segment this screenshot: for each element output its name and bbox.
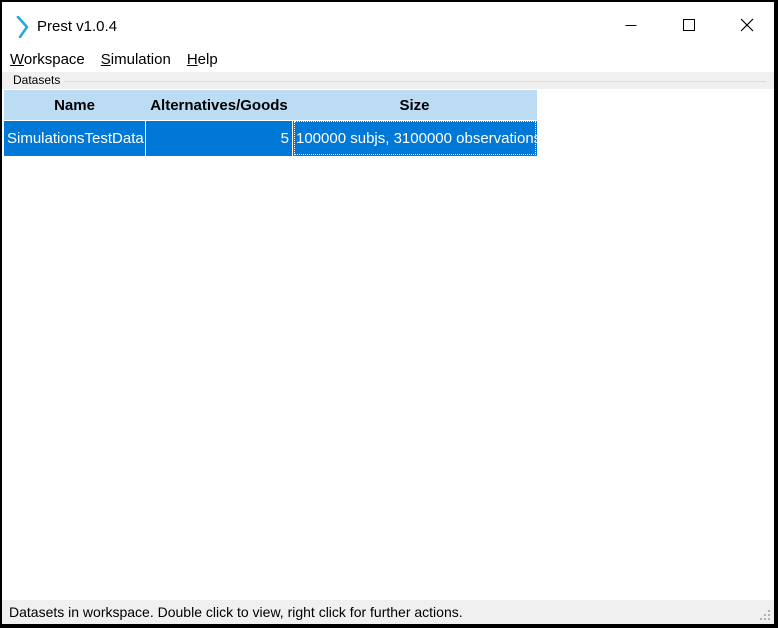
maximize-button[interactable] xyxy=(660,2,718,48)
status-text: Datasets in workspace. Double click to v… xyxy=(9,604,463,620)
minimize-icon xyxy=(625,25,637,26)
cell-name[interactable]: SimulationsTestData xyxy=(4,120,146,156)
resize-grip-icon[interactable] xyxy=(760,610,771,621)
window-title: Prest v1.0.4 xyxy=(37,18,118,35)
column-header-name[interactable]: Name xyxy=(4,90,146,120)
group-divider xyxy=(64,81,766,82)
table-header: Name Alternatives/Goods Size xyxy=(4,90,537,120)
datasets-table[interactable]: Name Alternatives/Goods Size Simulations… xyxy=(4,90,537,156)
prest-logo-icon xyxy=(16,16,29,38)
menu-bar: Workspace Simulation Help xyxy=(2,48,774,72)
column-header-size[interactable]: Size xyxy=(293,90,537,120)
table-row[interactable]: SimulationsTestData 5 100000 subjs, 3100… xyxy=(4,120,537,156)
close-button[interactable] xyxy=(718,2,774,48)
datasets-group-label: Datasets xyxy=(13,73,61,87)
minimize-button[interactable] xyxy=(602,2,660,48)
menu-simulation[interactable]: Simulation xyxy=(93,48,179,72)
cell-size[interactable]: 100000 subjs, 3100000 observations xyxy=(293,120,537,156)
title-bar[interactable]: Prest v1.0.4 xyxy=(2,2,774,48)
cell-alternatives[interactable]: 5 xyxy=(146,120,293,156)
status-bar: Datasets in workspace. Double click to v… xyxy=(2,600,774,624)
app-window: Prest v1.0.4 Workspace Simulation Help D… xyxy=(2,2,774,624)
close-icon xyxy=(740,18,754,32)
column-header-alternatives[interactable]: Alternatives/Goods xyxy=(146,90,293,120)
menu-workspace[interactable]: Workspace xyxy=(2,48,93,72)
maximize-icon xyxy=(683,19,695,31)
menu-help[interactable]: Help xyxy=(179,48,226,72)
